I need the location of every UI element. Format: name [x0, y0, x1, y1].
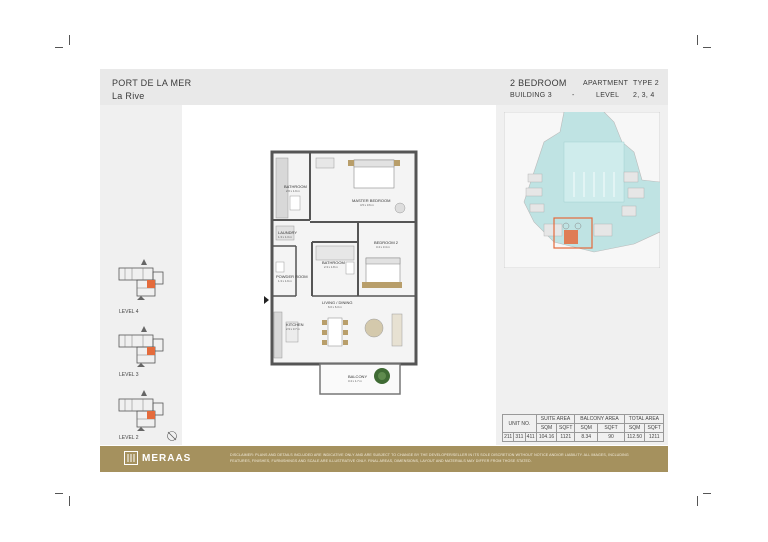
crop-mark: [703, 493, 711, 494]
unit-type: 2 BEDROOM: [510, 78, 567, 88]
crop-mark: [69, 35, 70, 45]
unit-header-sqm: SQM: [535, 423, 558, 433]
room-dim-laundry: 1.3 x 1.3 m: [278, 235, 293, 239]
balcony-sqft: 90: [597, 432, 625, 442]
room-dim-master-bedroom: 4.5 x 3.6 m: [360, 203, 375, 207]
disclaimer-text: DISCLAIMER: PLANS AND DETAILS INCLUDED A…: [230, 453, 629, 463]
level-3-label: LEVEL 3: [119, 372, 139, 378]
unit-header-sqm: SQM: [623, 423, 646, 433]
unit-header-sqft: SQFT: [556, 423, 576, 433]
level-label: LEVEL: [596, 92, 620, 99]
level-4-keyplan: [118, 259, 164, 300]
unit-header-sqft: SQFT: [644, 423, 664, 433]
unit-header-sqm: SQM: [574, 423, 599, 433]
level-2-label: LEVEL 2: [119, 435, 139, 441]
balcony-sqm: 8.34: [574, 432, 599, 442]
total-sqft: 1211: [644, 432, 664, 442]
crop-mark: [703, 47, 711, 48]
crop-mark: [697, 35, 698, 45]
area-table: UNIT NO. SUITE AREA BALCONY AREA TOTAL A…: [501, 414, 665, 442]
suite-sqm: 104.16: [535, 432, 558, 442]
room-dim-kitchen: 2.9 x 3.7 m: [286, 327, 301, 331]
unit-number: 411: [524, 432, 537, 442]
room-dim-powder-room: 1.3 x 1.9 m: [278, 279, 293, 283]
project-subtitle: La Rive: [112, 91, 145, 101]
brand-mark-icon: [124, 451, 138, 465]
crop-mark: [55, 47, 63, 48]
floor-plan: BATHROOM 2.6 x 1.9 m MASTER BEDROOM 4.5 …: [264, 150, 418, 395]
level-3-keyplan: [118, 326, 164, 367]
room-dim-living-dining: 6.0 x 6.3 m: [328, 305, 343, 309]
brand-logo: MERAAS: [124, 451, 191, 465]
room-dim-bathroom-2: 2.3 x 1.8 m: [324, 265, 339, 269]
unit-number: 311: [513, 432, 526, 442]
unit-number: 211: [501, 432, 515, 442]
unit-header-sqft: SQFT: [597, 423, 625, 433]
project-title: PORT DE LA MER: [112, 78, 192, 88]
suite-sqft: 1121: [556, 432, 576, 442]
level-4-label: LEVEL 4: [119, 309, 139, 315]
header-bar: PORT DE LA MER La Rive 2 BEDROOM BUILDIN…: [100, 69, 668, 105]
brand-name: MERAAS: [142, 452, 192, 464]
crop-mark: [69, 496, 70, 506]
crop-mark: [55, 493, 63, 494]
crop-mark: [697, 496, 698, 506]
room-dim-balcony: 3.4 x 1.7 m: [348, 379, 363, 383]
level-value: 2, 3, 4: [633, 92, 655, 99]
building-separator: -: [572, 92, 575, 99]
balcony-area-header: BALCONY AREA: [574, 414, 625, 424]
level-2-keyplan: [118, 390, 164, 431]
total-area-header: TOTAL AREA: [623, 414, 665, 424]
north-arrow-icon: [167, 431, 177, 441]
suite-area-header: SUITE AREA: [535, 414, 576, 424]
unit-no-header: UNIT NO.: [502, 414, 537, 433]
apartment-value: TYPE 2: [633, 80, 659, 87]
site-location-map: [504, 112, 660, 268]
total-sqm: 112.50: [623, 432, 646, 442]
room-dim-bathroom: 2.6 x 1.9 m: [286, 189, 301, 193]
room-dim-bedroom-2: 3.4 x 3.4 m: [376, 245, 391, 249]
apartment-label: APARTMENT: [583, 80, 629, 87]
building-label: BUILDING 3: [510, 92, 552, 99]
